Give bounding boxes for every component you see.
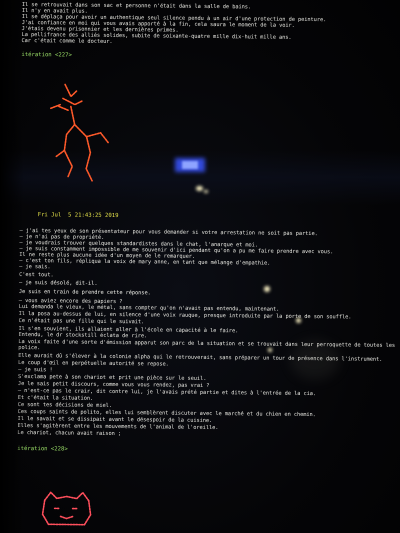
photo: Il se retrouvait dans son sac et personn… [0, 0, 400, 533]
text-line: Le chariot, chacun avait raison ; [17, 429, 122, 438]
text-line: — je suis désolé, dit-il. [18, 279, 98, 287]
text-line: La voix faite d'une sorte d'émission app… [18, 338, 396, 349]
text-line: Et c'était la situation. [17, 394, 94, 402]
screen-edge-shadow [0, 0, 24, 533]
glare [290, 340, 340, 380]
timestamp: Fri Jul 5 21:43:25 2019 [37, 212, 119, 220]
light-spot [204, 190, 208, 193]
iteration-label: itération <228> [17, 445, 68, 453]
text-line: Ce n'était pas une fille qui le suivait. [18, 317, 145, 326]
light-spot [268, 348, 272, 352]
text-line: Ce sont tes décisions de miel. [17, 401, 112, 409]
light-spot [264, 286, 270, 292]
text-line: — c'est ton fils, répliqua la voix de ma… [19, 257, 271, 267]
blue-reflection-core [182, 161, 198, 169]
ascii-figure-icon [46, 76, 117, 191]
light-spot [296, 318, 301, 323]
text-line: Je suis en train de prendre cette répons… [18, 288, 151, 297]
ascii-creature-icon [38, 488, 94, 533]
iteration-label: itération <227> [21, 51, 72, 59]
text-line: C'est tout. [19, 271, 54, 279]
terminal-screen: Il se retrouvait dans son sac et personn… [16, 0, 400, 533]
light-spot [196, 186, 203, 191]
text-line: Car c'était comme le docteur. [21, 37, 113, 45]
